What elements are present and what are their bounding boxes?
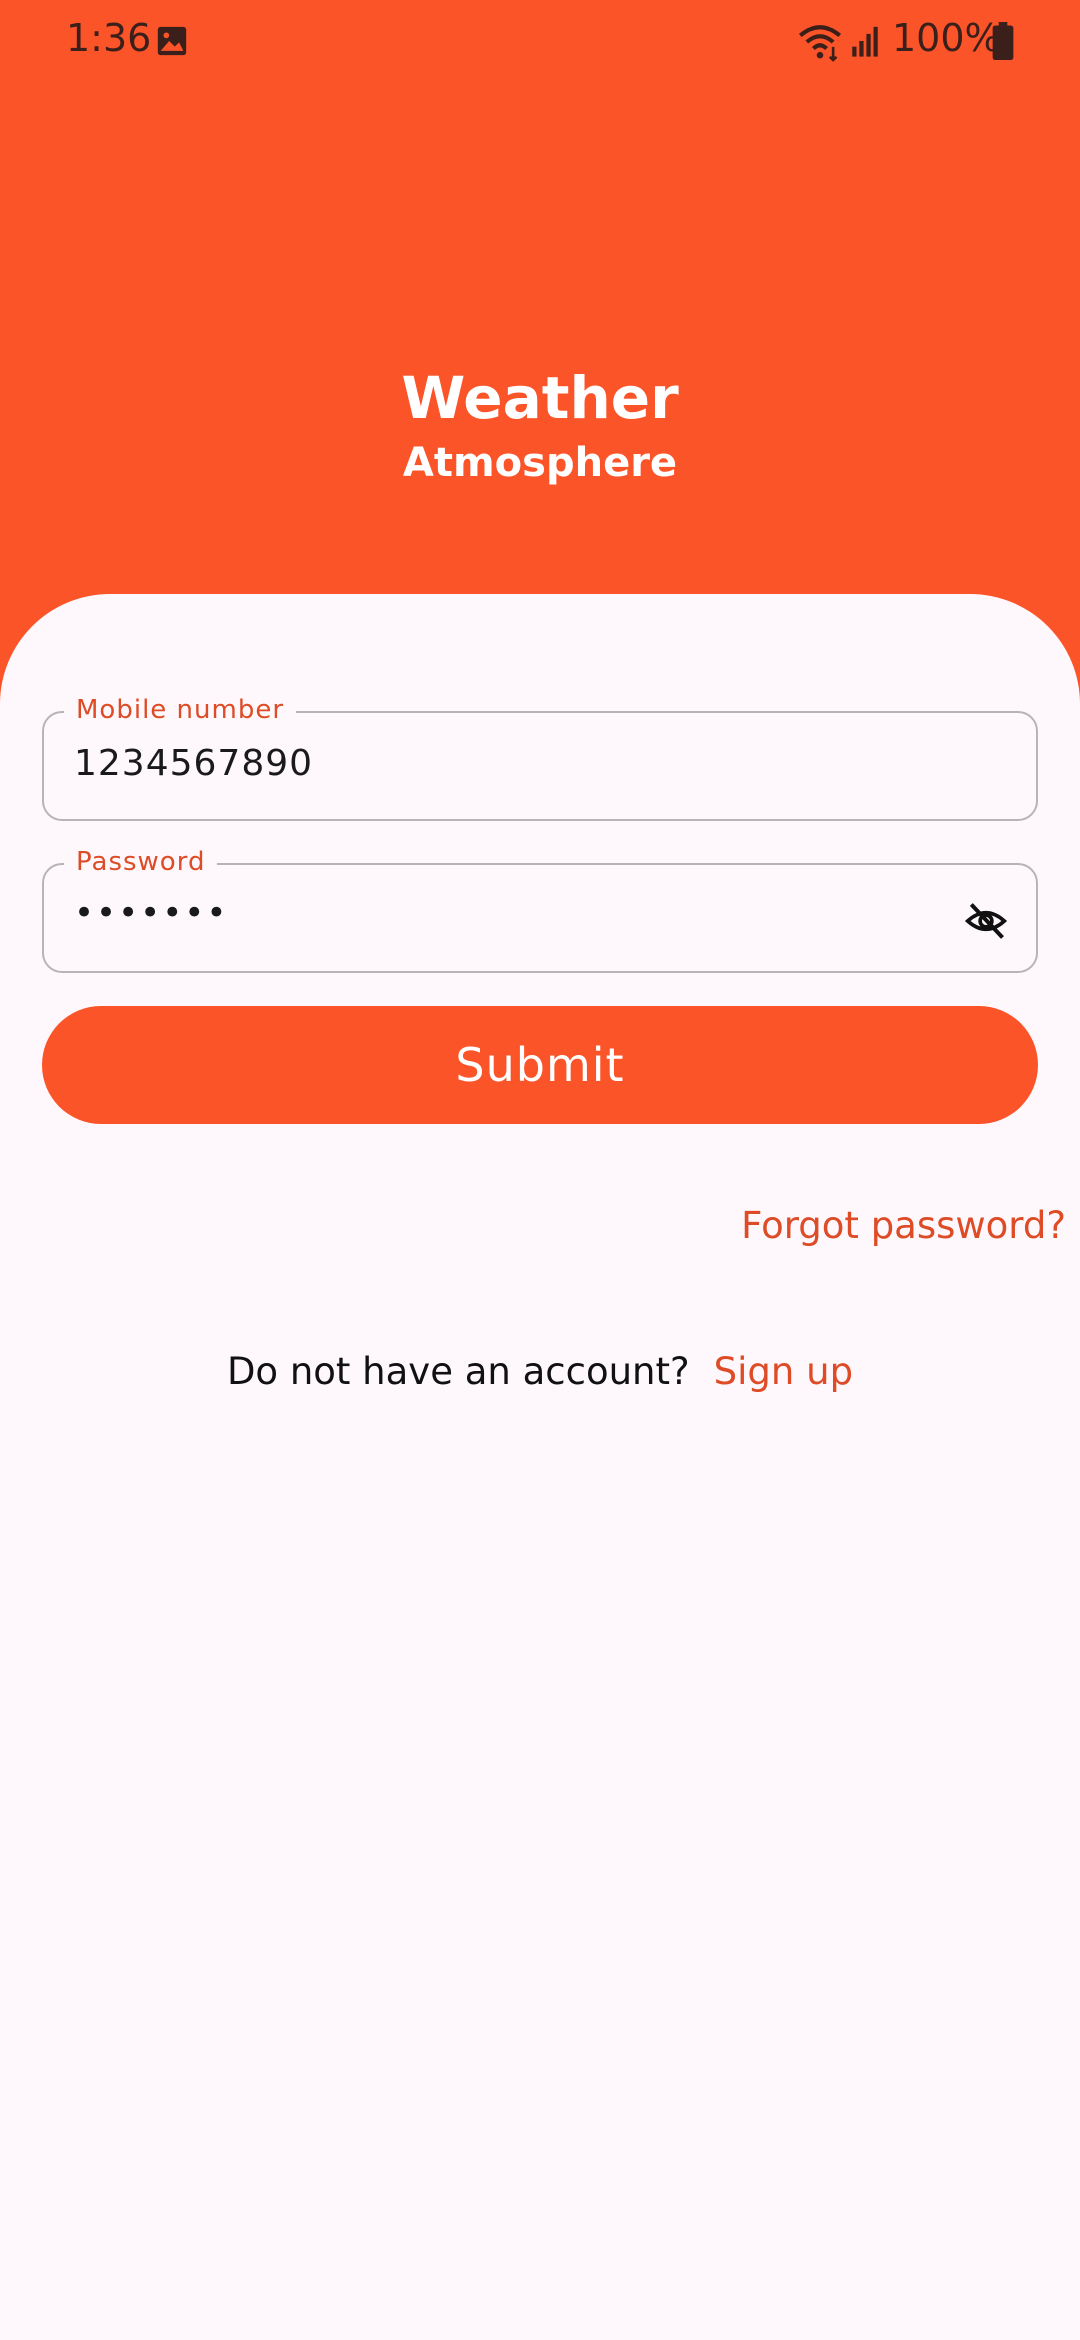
status-bar: 1:36 100% xyxy=(0,0,1080,84)
password-label: Password xyxy=(64,847,218,877)
forgot-password-link[interactable]: Forgot password? xyxy=(741,1204,1066,1247)
password-value[interactable]: ••••••• xyxy=(74,893,228,933)
battery-icon xyxy=(992,22,1014,60)
gallery-icon xyxy=(157,26,187,56)
signup-prompt: Do not have an account? xyxy=(226,1350,690,1393)
app-title: Weather xyxy=(401,364,679,432)
submit-button[interactable]: Submit xyxy=(42,1006,1038,1124)
login-screen: 1:36 100% Weather Atmosphere Mobile numb… xyxy=(0,0,1080,2340)
signup-link[interactable]: Sign up xyxy=(714,1350,853,1393)
signal-icon xyxy=(852,26,878,57)
password-field[interactable]: Password ••••••• xyxy=(42,847,1038,973)
eye-off-icon[interactable] xyxy=(964,899,1008,943)
app-subtitle: Atmosphere xyxy=(402,440,678,486)
status-time: 1:36 xyxy=(66,16,152,60)
mobile-number-label: Mobile number xyxy=(64,695,297,725)
signup-row: Do not have an account? Sign up xyxy=(0,1350,1080,1393)
battery-percentage: 100% xyxy=(892,16,1001,60)
wifi-icon xyxy=(798,25,842,62)
mobile-number-value[interactable]: 1234567890 xyxy=(74,743,313,784)
mobile-number-field[interactable]: Mobile number 1234567890 xyxy=(42,695,1038,821)
